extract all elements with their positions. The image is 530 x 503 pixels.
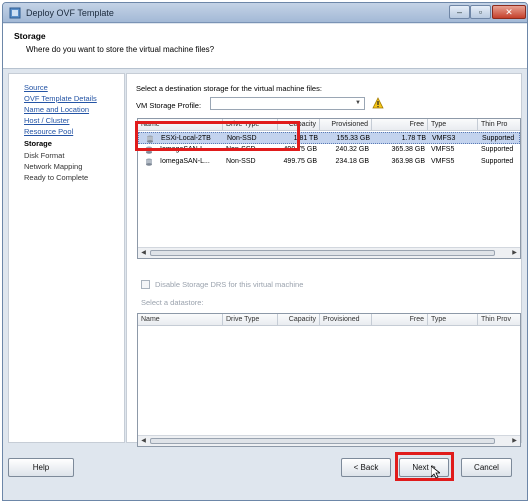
- col-header-free[interactable]: Free: [372, 119, 428, 131]
- cell-drive-type: Non-SSD: [226, 146, 256, 153]
- col-header-free[interactable]: Free: [372, 314, 428, 326]
- col-header-type[interactable]: Type: [428, 314, 478, 326]
- back-button[interactable]: < Back: [341, 458, 391, 477]
- cell-name: IomegaSAN-L...: [160, 158, 210, 165]
- cell-free: 363.98 GB: [391, 158, 425, 165]
- nav-item-network-mapping: Network Mapping: [24, 162, 83, 171]
- nav-item-resource-pool[interactable]: Resource Pool: [24, 127, 73, 136]
- scroll-right-icon[interactable]: ▶: [510, 437, 519, 445]
- maximize-button[interactable]: ▫: [470, 5, 491, 19]
- vm-storage-profile-label: VM Storage Profile:: [136, 101, 202, 110]
- page-subtitle: Where do you want to store the virtual m…: [26, 45, 215, 54]
- minimize-button[interactable]: –: [449, 5, 470, 19]
- scroll-left-icon[interactable]: ◀: [139, 249, 148, 257]
- datastore-icon: [146, 146, 152, 154]
- wizard-steps-nav: Source OVF Template Details Name and Loc…: [8, 73, 125, 443]
- storage-table-header: Name Drive Type Capacity Provisioned Fre…: [138, 119, 520, 131]
- nav-item-storage: Storage: [24, 139, 52, 148]
- mouse-cursor-icon: [431, 466, 440, 479]
- wizard-header: Storage Where do you want to store the v…: [3, 24, 527, 69]
- table-row[interactable]: IomegaSAN-L... Non-SSD 499.75 GB 240.32 …: [138, 144, 520, 156]
- nav-item-ready-to-complete: Ready to Complete: [24, 173, 89, 182]
- datastore-table[interactable]: Name Drive Type Capacity Provisioned Fre…: [137, 313, 521, 447]
- cell-name: IomegaSAN-L...: [160, 146, 210, 153]
- scroll-right-icon[interactable]: ▶: [510, 249, 519, 257]
- cell-provisioned: 234.18 GB: [335, 158, 369, 165]
- scrollbar-thumb[interactable]: [150, 438, 495, 444]
- col-header-provisioned[interactable]: Provisioned: [320, 314, 372, 326]
- col-header-capacity[interactable]: Capacity: [278, 119, 320, 131]
- table-row[interactable]: IomegaSAN-L... Non-SSD 499.75 GB 234.18 …: [138, 156, 520, 168]
- datastore-icon: [146, 158, 152, 166]
- col-header-type[interactable]: Type: [428, 119, 478, 131]
- next-button[interactable]: Next >: [399, 458, 449, 477]
- cell-thin-provisioning: Supported: [481, 146, 514, 153]
- warning-icon: [372, 97, 384, 109]
- nav-item-ovf-template-details[interactable]: OVF Template Details: [24, 94, 97, 103]
- col-header-thin-provisioning[interactable]: Thin Pro: [478, 119, 520, 131]
- horizontal-scrollbar[interactable]: ◀ ▶: [138, 435, 520, 446]
- storage-table[interactable]: Name Drive Type Capacity Provisioned Fre…: [137, 118, 521, 259]
- col-header-name[interactable]: Name: [138, 314, 223, 326]
- chevron-down-icon[interactable]: ▼: [353, 99, 363, 108]
- cell-thin-provisioning: Supported: [481, 158, 514, 165]
- datastore-table-header: Name Drive Type Capacity Provisioned Fre…: [138, 314, 520, 326]
- cell-type: VMFS5: [431, 146, 455, 153]
- table-row[interactable]: ESXi-Local-2TB Non-SSD 1.81 TB 155.33 GB…: [138, 132, 520, 144]
- select-datastore-label: Select a datastore:: [141, 298, 204, 307]
- scroll-left-icon[interactable]: ◀: [139, 437, 148, 445]
- close-button[interactable]: ✕: [492, 5, 526, 19]
- col-header-provisioned[interactable]: Provisioned: [320, 119, 372, 131]
- disable-storage-drs-checkbox[interactable]: [141, 280, 150, 289]
- nav-item-disk-format: Disk Format: [24, 151, 65, 160]
- col-header-drive-type[interactable]: Drive Type: [223, 119, 278, 131]
- cell-type: VMFS5: [431, 158, 455, 165]
- storage-panel: Select a destination storage for the vir…: [126, 73, 522, 447]
- app-icon: [9, 7, 21, 19]
- cell-free: 365.38 GB: [391, 146, 425, 153]
- title-bar: Deploy OVF Template – ▫ ✕: [3, 3, 527, 23]
- horizontal-scrollbar[interactable]: ◀ ▶: [138, 247, 520, 258]
- vm-storage-profile-select[interactable]: ▼: [210, 97, 365, 110]
- col-header-name[interactable]: Name: [138, 119, 223, 131]
- nav-item-host-cluster[interactable]: Host / Cluster: [24, 116, 69, 125]
- cell-capacity: 499.75 GB: [283, 146, 317, 153]
- scrollbar-thumb[interactable]: [150, 250, 495, 256]
- cell-provisioned: 240.32 GB: [335, 146, 369, 153]
- nav-item-source[interactable]: Source: [24, 83, 48, 92]
- cell-drive-type: Non-SSD: [226, 158, 256, 165]
- select-storage-label: Select a destination storage for the vir…: [136, 84, 322, 93]
- disable-storage-drs-label: Disable Storage DRS for this virtual mac…: [155, 280, 304, 289]
- col-header-capacity[interactable]: Capacity: [278, 314, 320, 326]
- help-button[interactable]: Help: [8, 458, 74, 477]
- col-header-drive-type[interactable]: Drive Type: [223, 314, 278, 326]
- cancel-button[interactable]: Cancel: [461, 458, 512, 477]
- nav-item-name-and-location[interactable]: Name and Location: [24, 105, 89, 114]
- datastore-icon: [147, 135, 153, 143]
- window-title: Deploy OVF Template: [26, 8, 114, 18]
- col-header-thin-provisioning[interactable]: Thin Prov: [478, 314, 520, 326]
- page-title: Storage: [14, 31, 46, 41]
- cell-capacity: 499.75 GB: [283, 158, 317, 165]
